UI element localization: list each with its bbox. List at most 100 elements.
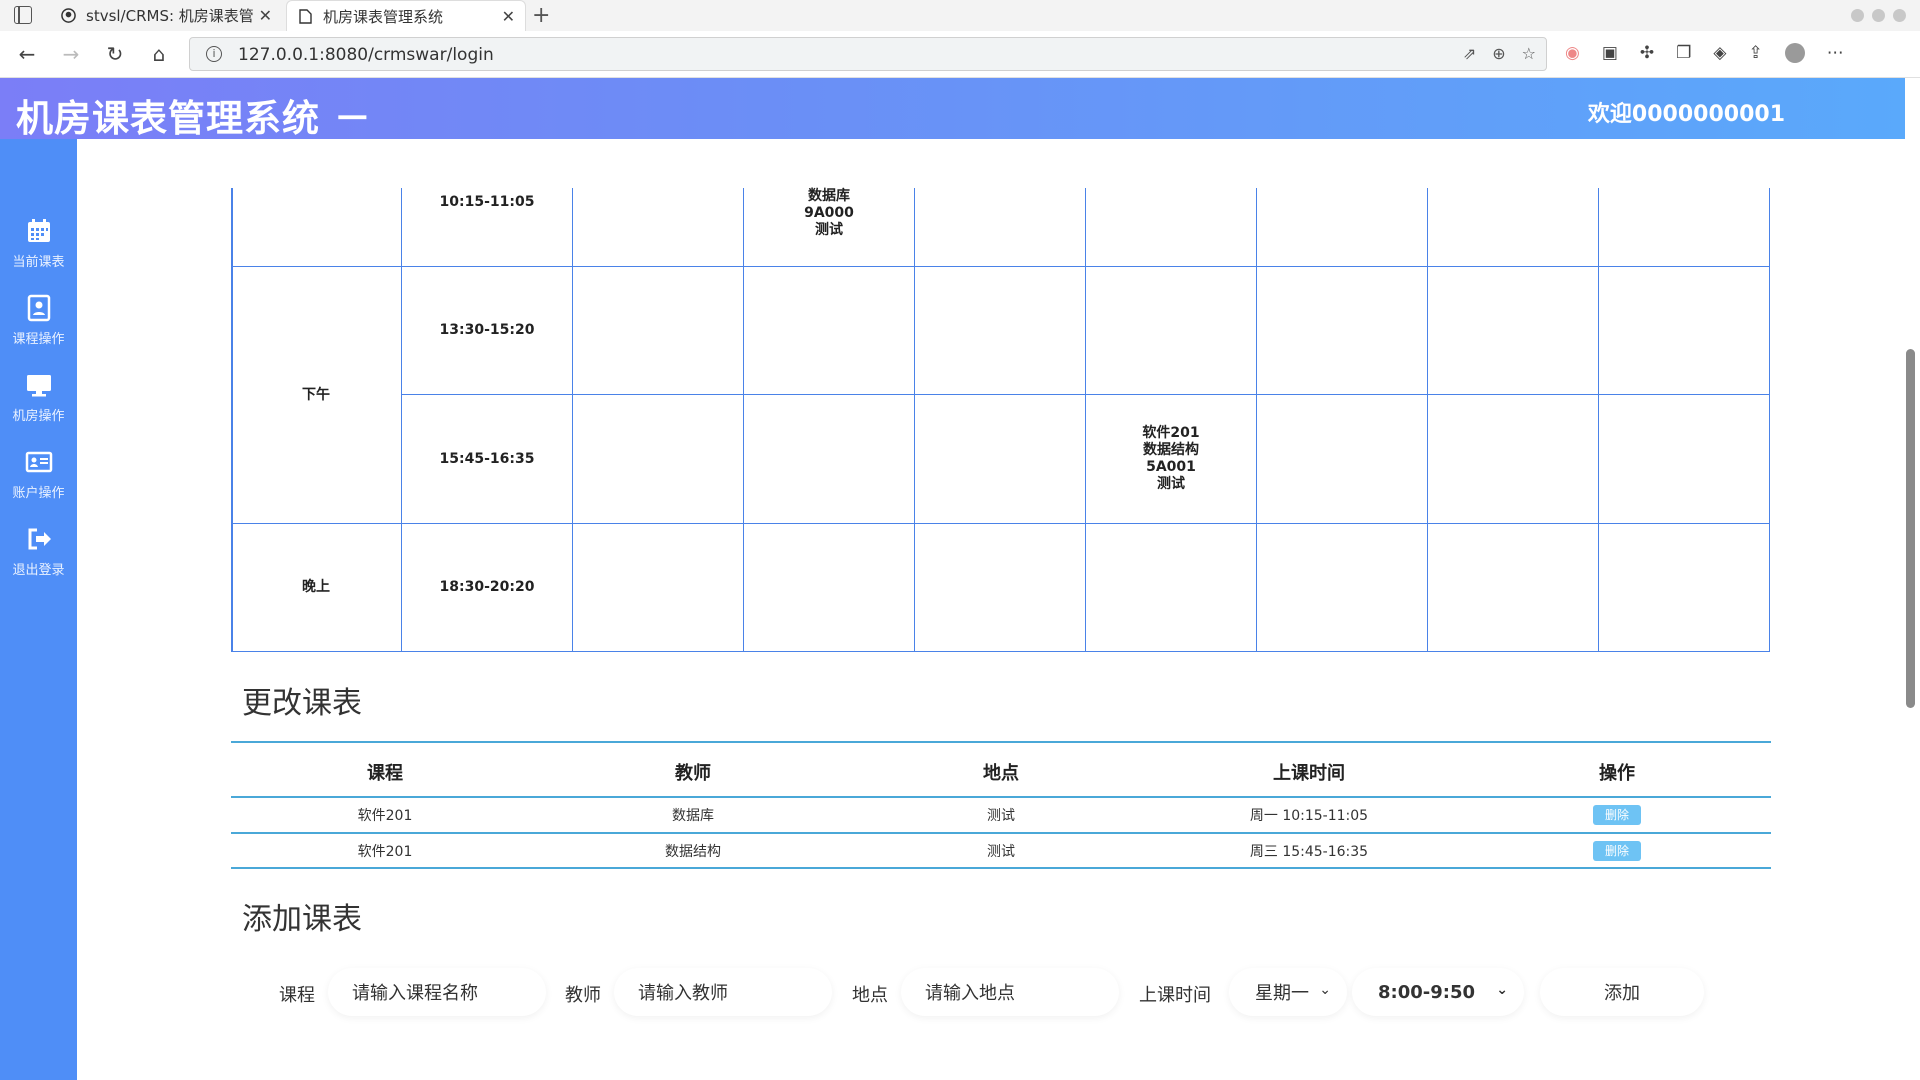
place-cell: 测试 bbox=[987, 808, 1015, 824]
new-tab-icon[interactable]: + bbox=[532, 3, 550, 28]
minimize-button[interactable] bbox=[1851, 9, 1864, 22]
address-bar-row: ← → ↻ ⌂ i 127.0.0.1:8080/crmswar/login ⇗… bbox=[0, 31, 1920, 78]
teacher-cell: 数据结构 bbox=[665, 844, 721, 860]
sidebar: 当前课表 课程操作 机房操作 账户操作 退出登录 bbox=[0, 139, 77, 1080]
action-cell: 删除 bbox=[1463, 841, 1771, 861]
timetable-slot bbox=[915, 267, 1086, 395]
place-input[interactable]: 请输入地点 bbox=[901, 968, 1119, 1016]
add-button[interactable]: 添加 bbox=[1540, 968, 1704, 1016]
timetable-slot bbox=[1086, 267, 1257, 395]
collections-icon[interactable]: ❐ bbox=[1676, 43, 1691, 63]
timetable-slot bbox=[1428, 188, 1599, 267]
course-label: 课程 bbox=[279, 985, 315, 1006]
weekday-select[interactable]: 星期一 ⌄ bbox=[1229, 968, 1347, 1016]
sidebar-toggle-icon[interactable] bbox=[14, 6, 32, 24]
sidebar-item-label: 退出登录 bbox=[12, 563, 65, 578]
place-label: 地点 bbox=[852, 985, 888, 1006]
timetable-slot bbox=[573, 267, 744, 395]
page-icon bbox=[297, 8, 313, 24]
timeslot-select[interactable]: 8:00-9:50 ⌄ bbox=[1352, 968, 1524, 1016]
change-section-title: 更改课表 bbox=[242, 686, 362, 721]
delete-button[interactable]: 删除 bbox=[1593, 841, 1641, 861]
place-placeholder: 请输入地点 bbox=[925, 983, 1015, 1004]
maximize-button[interactable] bbox=[1872, 9, 1885, 22]
extension-icon[interactable]: ▣ bbox=[1602, 43, 1618, 63]
close-icon[interactable]: ✕ bbox=[502, 7, 515, 26]
close-icon[interactable]: ✕ bbox=[259, 6, 272, 25]
course-cell: 软件201 bbox=[357, 844, 413, 860]
open-external-icon[interactable]: ⇗ bbox=[1463, 44, 1476, 63]
close-window-button[interactable] bbox=[1893, 9, 1906, 22]
sidebar-item-course-ops[interactable]: 课程操作 bbox=[0, 294, 77, 358]
timetable-slot bbox=[1257, 395, 1428, 524]
profile-avatar[interactable] bbox=[1784, 43, 1805, 63]
page-scrollbar[interactable] bbox=[1906, 349, 1915, 708]
app-header: 机房课表管理系统 － 欢迎0000000001 bbox=[0, 78, 1905, 140]
app-title: 机房课表管理系统 － bbox=[16, 97, 372, 140]
url-field[interactable]: i 127.0.0.1:8080/crmswar/login ⇗ ⊕ ☆ bbox=[189, 37, 1547, 71]
more-icon[interactable]: ⋯ bbox=[1827, 43, 1844, 63]
timetable-slot bbox=[1257, 524, 1428, 652]
timetable-slot bbox=[744, 524, 915, 652]
teacher-placeholder: 请输入教师 bbox=[638, 983, 728, 1004]
timetable-entry: 数据库 9A000 测试 bbox=[744, 188, 915, 267]
timetable-slot bbox=[1428, 395, 1599, 524]
performance-icon[interactable]: ◈ bbox=[1713, 43, 1726, 63]
column-header: 操作 bbox=[1599, 763, 1635, 784]
logout-icon bbox=[28, 528, 51, 550]
browser-tab-strip: stvsl/CRMS: 机房课表管理系 ✕ 机房课表管理系统 ✕ + bbox=[0, 0, 1920, 31]
timetable-slot bbox=[1086, 524, 1257, 652]
timetable-slot bbox=[1599, 395, 1770, 524]
browser-tab-github[interactable]: stvsl/CRMS: 机房课表管理系 ✕ bbox=[50, 0, 282, 31]
timetable-slot bbox=[744, 267, 915, 395]
timeslot-value: 8:00-9:50 bbox=[1378, 981, 1476, 1003]
sidebar-item-label: 机房操作 bbox=[12, 409, 65, 424]
timetable-slot bbox=[1599, 524, 1770, 652]
home-icon[interactable]: ⌂ bbox=[146, 41, 172, 67]
chevron-down-icon: ⌄ bbox=[1319, 982, 1331, 998]
teacher-input[interactable]: 请输入教师 bbox=[614, 968, 832, 1016]
reload-icon[interactable]: ↻ bbox=[102, 41, 128, 67]
period-cell bbox=[231, 188, 402, 267]
teacher-cell: 数据库 bbox=[672, 808, 714, 824]
back-icon[interactable]: ← bbox=[14, 41, 40, 67]
url-text: 127.0.0.1:8080/crmswar/login bbox=[238, 45, 494, 65]
id-card-icon bbox=[25, 451, 52, 473]
place-cell: 测试 bbox=[987, 844, 1015, 860]
timetable-slot bbox=[573, 188, 744, 267]
zoom-icon[interactable]: ⊕ bbox=[1492, 44, 1505, 63]
forward-icon[interactable]: → bbox=[58, 41, 84, 67]
period-cell-evening: 晚上 bbox=[231, 524, 402, 652]
table-header: 课程 教师 地点 上课时间 操作 bbox=[231, 759, 1771, 785]
browser-tab-active[interactable]: 机房课表管理系统 ✕ bbox=[286, 0, 526, 31]
sidebar-item-label: 账户操作 bbox=[12, 486, 65, 501]
sidebar-item-label: 课程操作 bbox=[12, 332, 65, 347]
puzzle-icon[interactable]: ✣ bbox=[1640, 43, 1654, 63]
sidebar-item-account-ops[interactable]: 账户操作 bbox=[0, 448, 77, 512]
share-icon[interactable]: ⇪ bbox=[1748, 43, 1762, 63]
extension-icon[interactable]: ◉ bbox=[1565, 43, 1580, 63]
favorite-icon[interactable]: ☆ bbox=[1522, 44, 1536, 63]
teacher-label: 教师 bbox=[565, 985, 601, 1006]
course-cell: 软件201 bbox=[357, 808, 413, 824]
sidebar-item-label: 当前课表 bbox=[12, 255, 65, 270]
timetable-slot bbox=[1086, 188, 1257, 267]
timetable-slot bbox=[915, 395, 1086, 524]
timetable-slot bbox=[915, 524, 1086, 652]
chevron-down-icon: ⌄ bbox=[1496, 982, 1508, 998]
table-row: 软件201 数据结构 测试 周三 15:45-16:35 删除 bbox=[231, 841, 1771, 861]
tab-label: 机房课表管理系统 bbox=[323, 7, 444, 26]
sidebar-item-logout[interactable]: 退出登录 bbox=[0, 525, 77, 589]
sidebar-item-room-ops[interactable]: 机房操作 bbox=[0, 371, 77, 435]
table-divider bbox=[231, 867, 1771, 869]
url-actions: ⇗ ⊕ ☆ bbox=[1463, 44, 1536, 63]
timetable-slot bbox=[1428, 524, 1599, 652]
info-icon[interactable]: i bbox=[206, 46, 222, 62]
course-input[interactable]: 请输入课程名称 bbox=[328, 968, 546, 1016]
table-divider bbox=[231, 796, 1771, 798]
timetable-slot bbox=[573, 395, 744, 524]
column-header: 教师 bbox=[675, 763, 711, 784]
sidebar-item-current-timetable[interactable]: 当前课表 bbox=[0, 217, 77, 281]
delete-button[interactable]: 删除 bbox=[1593, 805, 1641, 825]
github-icon bbox=[60, 8, 76, 24]
